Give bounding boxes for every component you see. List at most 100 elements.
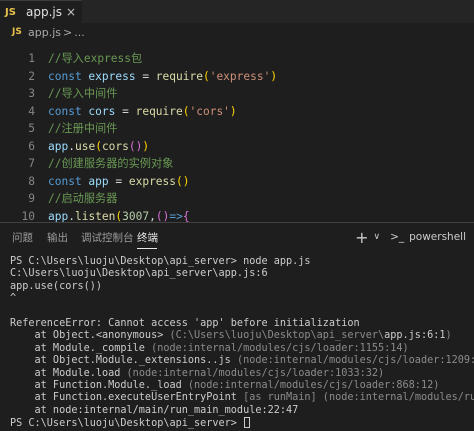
code-token: app [88,174,109,188]
code-content: app.use(cors()) [48,138,149,155]
terminal-line: at Function.Module._load (node:internal/… [10,380,470,392]
tab-output[interactable]: 输出 [47,230,68,245]
code-token: require [155,69,203,83]
terminal-text: ReferenceError: Cannot access 'app' befo… [10,317,360,329]
terminal-line: C:\Users\luoju\Desktop\api_server\app.js… [10,268,470,280]
terminal-line: at node:internal/main/run_main_module:22… [10,405,470,417]
terminal-output[interactable]: PS C:\Users\luoju\Desktop\api_server> no… [10,256,474,429]
terminal-text: ^ [10,293,17,305]
terminal-text: at node:internal/main/run_main_module:22… [10,404,299,416]
code-token: ) [142,139,150,153]
line-number: 3 [28,87,35,100]
terminal-location: (C:\Users\luoju\Desktop\api_server\ [169,330,385,342]
code-content: //导入express包 [48,50,142,67]
terminal-line: PS C:\Users\luoju\Desktop\api_server> [10,417,470,429]
terminal-line: at Object.Module._extensions..js (node:i… [10,355,474,367]
breadcrumb-file[interactable]: app.js [28,26,61,39]
code-token: = [115,104,136,118]
terminal-cursor [244,417,251,429]
tab-problems[interactable]: 问题 [12,230,33,245]
code-token: cors [101,139,129,153]
line-number: 4 [28,104,35,118]
active-tab-indicator [137,248,157,249]
code-token: //注册中间件 [48,122,118,135]
code-token: . [68,139,75,153]
code-token: cors [88,104,116,118]
terminal-icon: >_ [390,231,405,243]
vscode-window: JS app.js × JS app.js > ... 1 //导入express… [0,0,474,431]
code-token: //导入中间件 [48,87,118,100]
code-token: = [135,69,156,83]
tab-terminal[interactable]: 终端 [137,230,158,245]
terminal-text: app.use(cors()) [10,280,103,292]
code-line: 6 app.use(cors()) [0,138,474,155]
terminal-line: ^ [10,293,470,305]
add-terminal-icon[interactable]: + [355,228,368,247]
code-token: listen [74,209,116,223]
line-number: 5 [28,122,35,135]
tab-label: app.js [26,5,62,19]
code-token: () [128,139,143,153]
terminal-location: ) [445,330,452,342]
chevron-down-icon[interactable]: ∨ [373,232,380,242]
code-token: //导入express包 [48,52,143,65]
close-icon[interactable]: × [66,5,76,19]
shell-selector[interactable]: powershell [409,231,466,243]
terminal-location: (node:internal/modules/cjs/loader:1209:1… [236,355,474,367]
terminal-text: PS C:\Users\luoju\Desktop\api_server> [10,418,244,430]
line-number: 1 [28,52,35,65]
code-token: ) [270,69,278,83]
code-token: () [155,209,170,223]
terminal-text: at Module._compile [10,342,152,354]
terminal-location: [as runMain] (node:internal/modules/run_… [243,392,474,404]
terminal-line: app.use(cors()) [10,281,470,293]
code-editor[interactable]: 1 //导入express包 2 const express = require('e… [0,50,474,275]
code-token: => [169,209,183,223]
terminal-text: at Function.Module._load [10,379,188,391]
code-token: = [108,174,129,188]
code-token: const [48,174,89,188]
terminal-line: PS C:\Users\luoju\Desktop\api_server> no… [10,256,470,268]
terminal-text: at Function.executeUserEntryPoint [10,392,244,404]
code-token: const [48,69,89,83]
panel-actions: + ∨ >_ powershell [355,227,466,247]
code-content: //启动服务器 [48,190,117,207]
code-token: . [68,209,75,223]
code-line: 1 //导入express包 [0,50,474,67]
code-token: { [182,209,190,223]
terminal-text: at Object.<anonymous> [10,330,170,342]
code-content: const app = express() [48,173,190,190]
code-token: express [128,174,177,188]
terminal-line: at Module.load (node:internal/modules/cj… [10,368,470,380]
tab-debug-console[interactable]: 调试控制台 [81,230,134,245]
terminal-location: (node:internal/modules/cjs/loader:1155:1… [151,342,409,354]
code-token: ) [229,104,237,118]
code-token: require [135,104,183,118]
terminal-location: (node:internal/modules/cjs/loader:1033:3… [126,367,385,379]
code-content: const express = require('express') [48,68,277,85]
line-number: 9 [28,192,35,205]
tab-app-js[interactable]: JS app.js × [0,0,82,23]
code-line: 9 //启动服务器 [0,190,474,207]
terminal-text: at Module.load [10,367,127,379]
javascript-file-icon: JS [12,27,22,37]
code-line: 4 const cors = require('cors') [0,103,474,120]
code-token: app [48,209,69,223]
line-number: 8 [28,174,35,188]
bottom-panel: 问题 输出 调试控制台 终端 + ∨ >_ powershell PS C:\U… [0,222,474,431]
code-line: 2 const express = require('express') [0,68,474,85]
code-token: 'cors' [189,104,230,118]
code-token: () [176,174,190,188]
breadcrumb-symbol[interactable]: ... [74,26,85,39]
code-line: 3 //导入中间件 [0,85,474,102]
code-line: 8 const app = express() [0,173,474,190]
terminal-line: at Function.executeUserEntryPoint [as ru… [10,392,474,404]
code-token: ( [202,69,210,83]
code-token: , [149,209,156,223]
chevron-right-icon: > [63,25,73,39]
code-token: express [88,69,136,83]
code-token: //创建服务器的实例对象 [48,157,174,170]
code-token: const [48,104,89,118]
editor-tab-bar: JS app.js × [0,0,474,23]
